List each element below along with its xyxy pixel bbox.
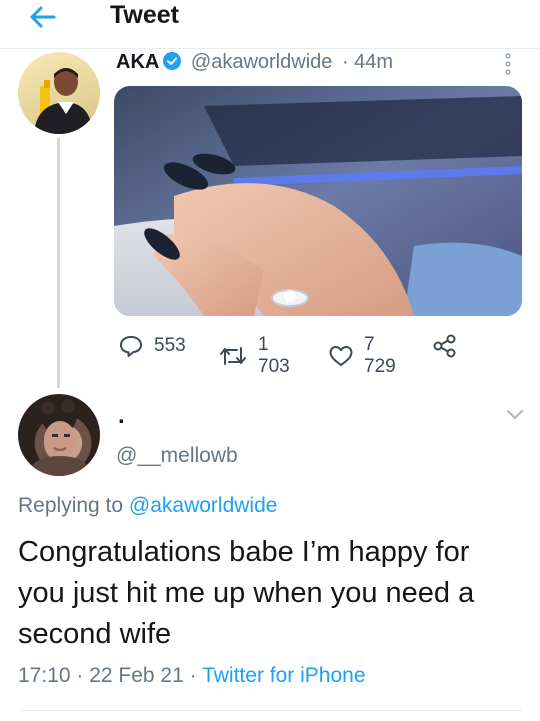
- chevron-down-icon[interactable]: [505, 408, 525, 422]
- profile-photo-icon: [26, 398, 92, 476]
- like-count: 7 729: [364, 334, 396, 377]
- profile-photo-icon: [34, 68, 92, 134]
- reply-action[interactable]: 553: [118, 334, 186, 358]
- heart-icon: [329, 346, 353, 366]
- reply-text: Congratulations babe I’m happy for you j…: [18, 536, 475, 650]
- replying-to-handle-link[interactable]: @akaworldwide: [129, 494, 278, 517]
- display-name[interactable]: AKA: [116, 51, 159, 73]
- tweet-date: 17:10 · 22 Feb 21 ·: [18, 664, 197, 687]
- user-handle[interactable]: @akaworldwide: [191, 51, 332, 73]
- top-bar: Tweet: [0, 0, 540, 49]
- reply-avatar[interactable]: [18, 394, 100, 476]
- retweet-count: 1 703: [258, 334, 290, 377]
- like-action[interactable]: 7 729: [328, 334, 396, 378]
- more-options-icon[interactable]: [503, 52, 513, 76]
- reply-icon: [120, 336, 142, 357]
- tweet-source-link[interactable]: Twitter for iPhone: [202, 664, 365, 687]
- divider: [18, 710, 522, 711]
- avatar[interactable]: [18, 52, 100, 134]
- tweet-time: · 44m: [341, 51, 394, 73]
- replying-prefix: Replying to: [18, 494, 124, 517]
- retweet-icon: [220, 347, 246, 365]
- share-icon: [433, 334, 456, 358]
- tweet-media-image[interactable]: [114, 86, 522, 316]
- retweet-action[interactable]: 1 703: [218, 334, 290, 378]
- tweet-timestamp: 17:10 · 22 Feb 21 · Twitter for iPhone: [18, 664, 366, 688]
- share-action[interactable]: [432, 334, 458, 358]
- hand-with-engagement-ring-photo: [114, 86, 522, 316]
- replying-to: Replying to @akaworldwide: [18, 494, 277, 518]
- reply-user-handle[interactable]: @__mellowb: [116, 444, 238, 468]
- tweet-author[interactable]: AKA @akaworldwide · 44m: [116, 52, 393, 72]
- thread-connector: [57, 138, 60, 388]
- arrow-left-icon[interactable]: [24, 2, 60, 32]
- page-title: Tweet: [110, 1, 179, 29]
- reply-display-name[interactable]: .: [118, 404, 125, 428]
- reply-count: 553: [154, 335, 186, 356]
- verified-badge-icon: [163, 52, 182, 70]
